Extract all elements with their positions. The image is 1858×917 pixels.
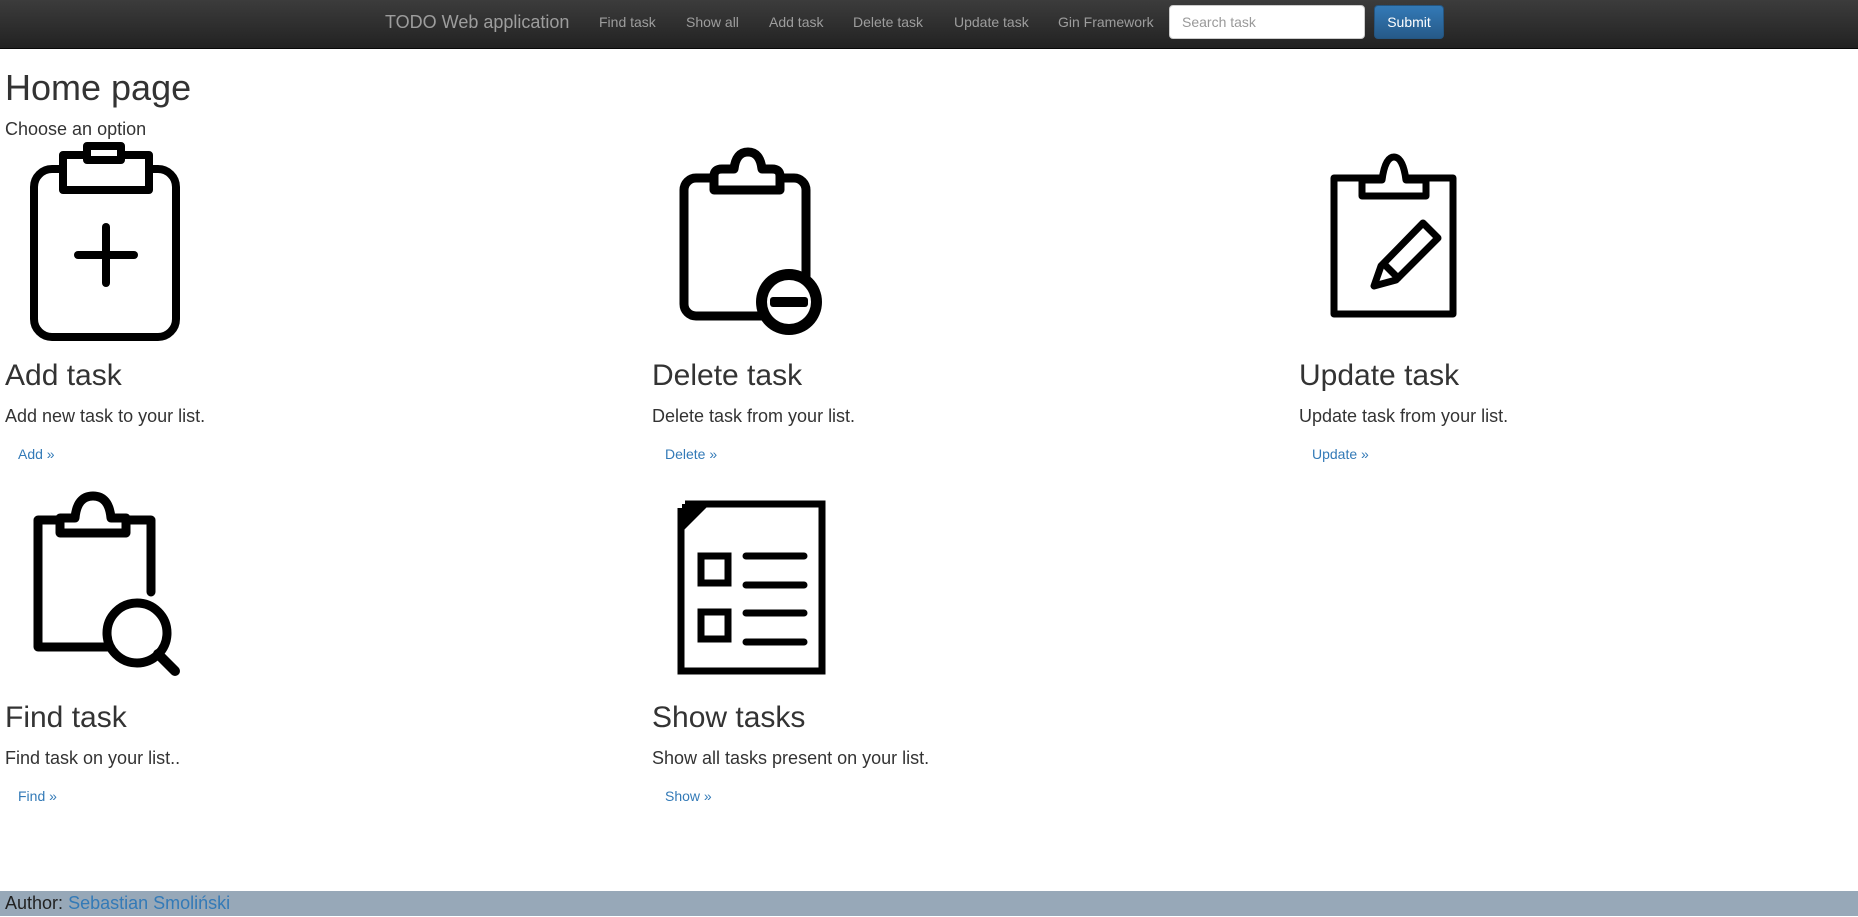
delete-link[interactable]: Delete » — [665, 444, 717, 464]
card-description: Delete task from your list. — [652, 406, 856, 426]
search-input[interactable] — [1169, 5, 1365, 39]
card-heading: Find task — [5, 701, 127, 734]
nav-show-all[interactable]: Show all — [686, 0, 739, 44]
card-description: Add new task to your list. — [5, 406, 206, 426]
document-list-icon — [652, 482, 852, 692]
card-show-tasks: Show tasks Show all tasks present on you… — [652, 482, 1252, 812]
card-add-task: Add task Add new task to your list. Add … — [5, 140, 605, 470]
card-description: Show all tasks present on your list. — [652, 748, 930, 768]
clipboard-pencil-icon — [1299, 140, 1499, 350]
nav-add-task[interactable]: Add task — [769, 0, 823, 44]
submit-button[interactable]: Submit — [1374, 5, 1444, 39]
clipboard-minus-icon — [652, 140, 852, 350]
footer-label: Author: — [5, 893, 64, 913]
page-title: Home page — [5, 67, 192, 108]
card-heading: Update task — [1299, 359, 1460, 392]
card-heading: Add task — [5, 359, 122, 392]
show-link[interactable]: Show » — [665, 786, 712, 806]
nav-gin-framework[interactable]: Gin Framework — [1058, 0, 1154, 44]
card-description: Find task on your list.. — [5, 748, 181, 768]
update-link[interactable]: Update » — [1312, 444, 1369, 464]
navbar: TODO Web application Find task Show all … — [0, 0, 1858, 49]
card-update-task: Update task Update task from your list. … — [1299, 140, 1858, 470]
add-link[interactable]: Add » — [18, 444, 55, 464]
card-heading: Delete task — [652, 359, 803, 392]
card-description: Update task from your list. — [1299, 406, 1509, 426]
card-delete-task: Delete task Delete task from your list. … — [652, 140, 1252, 470]
card-heading: Show tasks — [652, 701, 806, 734]
card-find-task: Find task Find task on your list.. Find … — [5, 482, 605, 812]
nav-find-task[interactable]: Find task — [599, 0, 656, 44]
brand-link[interactable]: TODO Web application — [385, 0, 569, 44]
clipboard-search-icon — [5, 482, 205, 692]
nav-delete-task[interactable]: Delete task — [853, 0, 923, 44]
footer: Author: Sebastian Smoliński — [0, 891, 1858, 916]
page-subtitle: Choose an option — [5, 119, 147, 139]
find-link[interactable]: Find » — [18, 786, 57, 806]
author-link[interactable]: Sebastian Smoliński — [68, 893, 230, 913]
clipboard-plus-icon — [5, 140, 205, 350]
nav-update-task[interactable]: Update task — [954, 0, 1029, 44]
